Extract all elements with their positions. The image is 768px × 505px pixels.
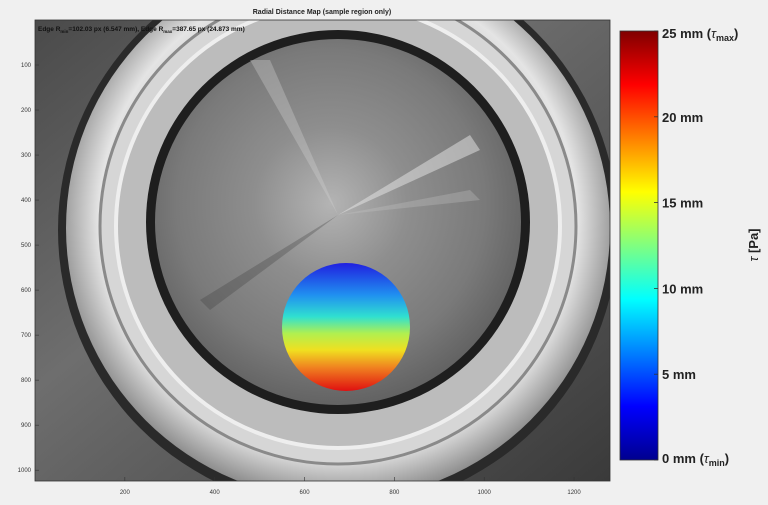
x-tick-label: 800: [389, 490, 400, 496]
y-tick-label: 900: [21, 423, 32, 429]
annotation-segment: =102.03 px (6.547 mm), Edge R: [68, 26, 163, 33]
colorbar-tick-label: 25 mm (τmax): [662, 26, 738, 43]
y-tick-label: 500: [21, 243, 32, 249]
figure: Radial Distance Map (sample region only)…: [18, 9, 761, 496]
colorbar-label: τ [Pa]: [746, 228, 761, 261]
annotation-segment: min: [60, 29, 68, 34]
colorbar-tick-sub: min: [709, 458, 725, 468]
colorbar-tick-label: 5 mm: [662, 367, 696, 382]
colorbar-tick-text: 10 mm: [662, 281, 703, 296]
colorbar-tick-label: 20 mm: [662, 110, 703, 125]
colorbar-ticks: 25 mm (τmax) 20 mm 15 mm 10 mm 5 mm 0 mm (τmi…: [654, 26, 738, 468]
y-tick-label: 400: [21, 198, 32, 204]
figure-title: Radial Distance Map (sample region only): [253, 9, 391, 16]
annotation-segment: =387.65 px (24.873 mm): [172, 26, 244, 33]
colorbar-tick-sub: max: [716, 33, 734, 43]
y-tick-label: 300: [21, 153, 32, 159]
sample-region-heatmap: [282, 263, 410, 391]
y-tick-label: 700: [21, 333, 32, 339]
y-tick-label: 800: [21, 378, 32, 384]
y-tick-label: 600: [21, 288, 32, 294]
colorbar-tick-close: ): [734, 26, 738, 41]
colorbar-tick-label: 10 mm: [662, 281, 703, 296]
x-tick-label: 1200: [567, 490, 581, 496]
colorbar-tick-label: 15 mm: [662, 196, 703, 211]
colorbar-tick-text: 15 mm: [662, 196, 703, 211]
x-tick-label: 200: [120, 490, 131, 496]
colorbar-tick-close: ): [725, 451, 729, 466]
x-tick-label: 400: [210, 490, 221, 496]
annotation-segment: Edge R: [38, 26, 61, 33]
colorbar-tick-text: 0 mm (: [662, 451, 705, 466]
colorbar-tick-text: 5 mm: [662, 367, 696, 382]
y-tick-label: 100: [21, 63, 32, 69]
x-tick-label: 600: [300, 490, 311, 496]
y-tick-label: 200: [21, 108, 32, 114]
edge-annotation: Edge Rmin=102.03 px (6.547 mm), Edge Rma…: [38, 26, 245, 34]
sample-photo: [35, 20, 610, 481]
colorbar-tick-label: 0 mm (τmin): [662, 451, 729, 468]
x-tick-label: 1000: [478, 490, 492, 496]
colorbar-tick-text: 20 mm: [662, 110, 703, 125]
colorbar: [619, 30, 659, 461]
colorbar-tick-text: 25 mm (: [662, 26, 712, 41]
y-tick-label: 1000: [18, 468, 32, 474]
